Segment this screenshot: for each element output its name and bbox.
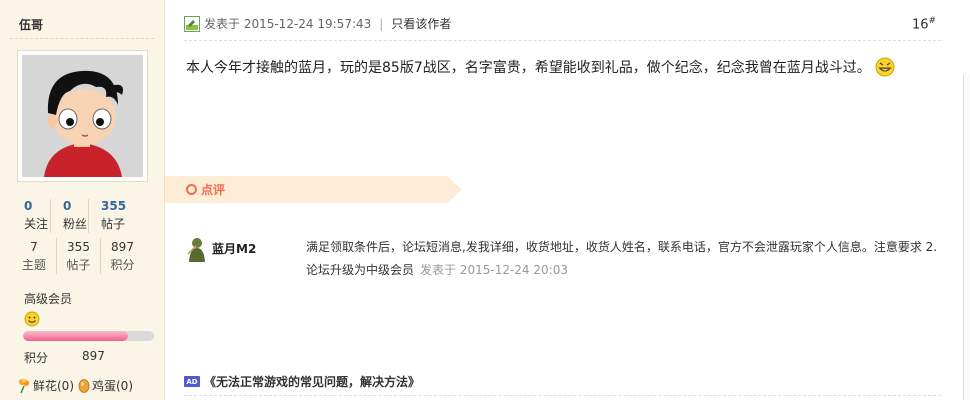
forum-post-page: 伍哥 0 0 355 关注 粉丝 帖子 7 355 897 主题 帖子 积分 高…: [0, 0, 970, 400]
posts-label: 帖子: [88, 215, 126, 233]
scrollbar[interactable]: [963, 75, 970, 400]
level-progress-fill: [23, 331, 128, 341]
flower-icon: [19, 378, 29, 393]
username-link[interactable]: 伍哥: [19, 16, 43, 33]
flower-count: 鲜花(0): [33, 379, 74, 393]
follow-label: 关注: [24, 217, 49, 231]
grin-emoji-icon: [875, 57, 895, 77]
user-stats-primary: 0 0 355 关注 粉丝 帖子: [12, 199, 154, 233]
egg-count: 鸡蛋(0): [92, 379, 133, 393]
review-text: 满足领取条件后，论坛短消息,发我详细，收货地址，收货人姓名，联系电话，官方不会泄…: [306, 240, 938, 277]
post-meta: 发表于 2015-12-24 19:57:43 | 只看该作者: [184, 15, 451, 32]
smiley-icon: [24, 311, 40, 327]
ad-text: 《无法正常游戏的常见问题，解决方法》: [204, 375, 421, 389]
egg-gift[interactable]: 鸡蛋(0): [78, 377, 133, 394]
review-label-text: 点评: [201, 183, 226, 197]
review-title: 点评: [186, 181, 225, 198]
credit-label: 积分: [24, 351, 49, 365]
replies-count[interactable]: 355: [56, 238, 100, 256]
replies-label: 帖子: [56, 256, 100, 274]
points-count: 897: [100, 238, 144, 256]
credit-value: 897: [82, 349, 105, 363]
floor-mark: #: [928, 16, 937, 26]
ad-link[interactable]: AD 《无法正常游戏的常见问题，解决方法》: [184, 373, 420, 390]
review-date: 发表于 2015-12-24 20:03: [420, 263, 568, 277]
floor-number[interactable]: 16#: [912, 16, 936, 32]
reviewer-avatar[interactable]: [186, 236, 208, 262]
user-sidebar: 伍哥 0 0 355 关注 粉丝 帖子 7 355 897 主题 帖子 积分 高…: [0, 0, 165, 400]
post-text: 本人今年才接触的蓝月，玩的是85版7战区，名字富贵，希望能收到礼品，做个纪念，纪…: [186, 60, 871, 76]
flower-gift[interactable]: 鲜花(0): [17, 377, 74, 394]
divider: [184, 40, 941, 41]
review-ring-icon: [186, 184, 197, 195]
post-online-icon: [184, 15, 200, 32]
post-content: 本人今年才接触的蓝月，玩的是85版7战区，名字富贵，希望能收到礼品，做个纪念，纪…: [186, 57, 895, 77]
follow-count[interactable]: 0: [12, 199, 50, 215]
floor-value: 16: [912, 17, 929, 33]
user-group[interactable]: 高级会员: [24, 290, 72, 307]
avatar[interactable]: [17, 50, 148, 182]
user-stats-secondary: 7 355 897 主题 帖子 积分: [12, 238, 154, 274]
fans-count[interactable]: 0: [50, 199, 88, 215]
divider: [10, 38, 154, 39]
credit-row: 积分 897: [24, 349, 105, 366]
points-label: 积分: [100, 256, 144, 274]
review-body: 满足领取条件后，论坛短消息,发我详细，收货地址，收货人姓名，联系电话，官方不会泄…: [306, 236, 942, 282]
avatar-image: [22, 55, 143, 177]
posts-count[interactable]: 355: [88, 199, 126, 215]
threads-label: 主题: [21, 258, 46, 272]
divider: |: [379, 16, 384, 31]
ad-tag-icon: AD: [184, 376, 200, 387]
avatar-cartoon-icon: [22, 55, 143, 177]
fans-label: 粉丝: [50, 215, 88, 233]
egg-icon: [78, 379, 90, 393]
post-time: 发表于 2015-12-24 19:57:43: [204, 17, 372, 31]
gift-row: 鲜花(0) 鸡蛋(0): [17, 377, 137, 394]
level-progress-bar: [23, 331, 154, 341]
reviewer-name[interactable]: 蓝月M2: [212, 240, 256, 257]
threads-count[interactable]: 7: [12, 238, 56, 256]
divider: [184, 395, 941, 396]
only-author-link[interactable]: 只看该作者: [391, 15, 451, 32]
